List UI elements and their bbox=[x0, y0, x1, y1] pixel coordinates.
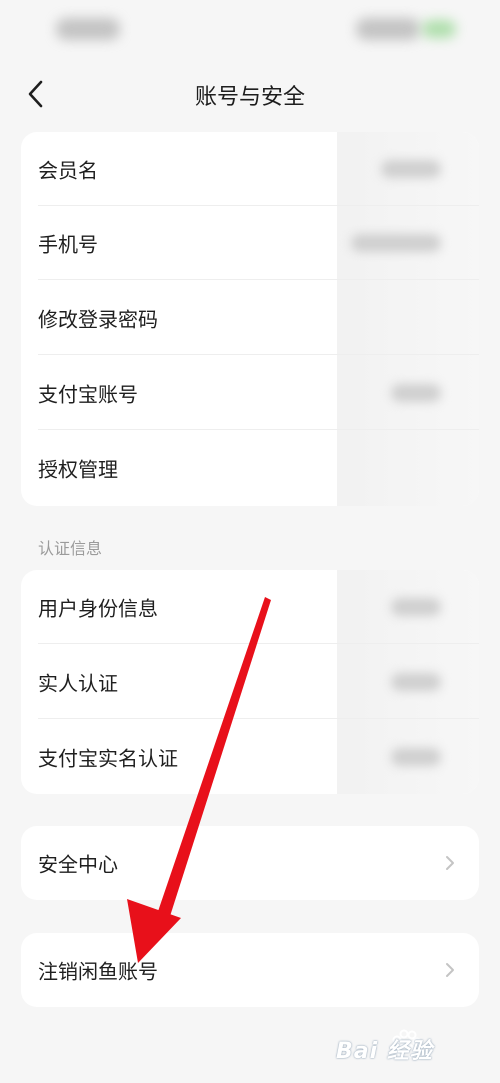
row-user-identity[interactable]: 用户身份信息 bbox=[21, 570, 479, 644]
row-label: 用户身份信息 bbox=[38, 596, 158, 621]
divider bbox=[38, 718, 479, 719]
status-signal-blur bbox=[356, 18, 420, 40]
row-label: 注销闲鱼账号 bbox=[38, 959, 158, 984]
row-alipay-account[interactable]: 支付宝账号 bbox=[21, 356, 479, 430]
row-label: 手机号 bbox=[38, 232, 98, 257]
identity-value-blur bbox=[391, 598, 441, 616]
chevron-right-icon bbox=[446, 963, 454, 977]
status-bar bbox=[0, 0, 500, 60]
baidu-watermark: Bai 经验 bbox=[336, 1027, 476, 1067]
section-title-verification: 认证信息 bbox=[38, 539, 103, 558]
row-label: 修改登录密码 bbox=[38, 307, 158, 332]
row-authorization-management[interactable]: 授权管理 bbox=[21, 431, 479, 505]
row-label: 安全中心 bbox=[38, 852, 118, 877]
row-label: 会员名 bbox=[38, 158, 98, 183]
row-label: 支付宝账号 bbox=[38, 382, 138, 407]
divider bbox=[38, 354, 479, 355]
deactivate-account-card[interactable]: 注销闲鱼账号 bbox=[21, 933, 479, 1007]
watermark-text: Bai 经验 bbox=[336, 1039, 433, 1064]
row-change-password[interactable]: 修改登录密码 bbox=[21, 281, 479, 355]
account-card: 会员名 手机号 修改登录密码 支付宝账号 授权管理 bbox=[21, 132, 479, 506]
phone-value-blur bbox=[351, 234, 441, 252]
alipay-real-name-value-blur bbox=[391, 748, 441, 766]
alipay-value-blur bbox=[391, 384, 441, 402]
status-battery-blur bbox=[422, 20, 456, 38]
verification-card: 用户身份信息 实人认证 支付宝实名认证 bbox=[21, 570, 479, 794]
navigation-bar: 账号与安全 bbox=[0, 62, 500, 122]
row-security-center[interactable]: 安全中心 bbox=[21, 826, 479, 900]
chevron-right-icon bbox=[446, 856, 454, 870]
divider bbox=[38, 429, 479, 430]
row-alipay-real-name[interactable]: 支付宝实名认证 bbox=[21, 720, 479, 794]
security-center-card[interactable]: 安全中心 bbox=[21, 826, 479, 900]
page-title: 账号与安全 bbox=[194, 85, 305, 110]
row-label: 支付宝实名认证 bbox=[38, 746, 178, 771]
divider bbox=[38, 643, 479, 644]
row-deactivate-account[interactable]: 注销闲鱼账号 bbox=[21, 933, 479, 1007]
row-real-person-verification[interactable]: 实人认证 bbox=[21, 645, 479, 719]
row-phone-number[interactable]: 手机号 bbox=[21, 206, 479, 280]
real-person-value-blur bbox=[391, 673, 441, 691]
status-time-blur bbox=[56, 18, 120, 40]
row-label: 实人认证 bbox=[38, 671, 118, 696]
row-label: 授权管理 bbox=[38, 457, 118, 482]
row-member-name[interactable]: 会员名 bbox=[21, 132, 479, 206]
member-name-value-blur bbox=[381, 160, 441, 178]
divider bbox=[38, 279, 479, 280]
